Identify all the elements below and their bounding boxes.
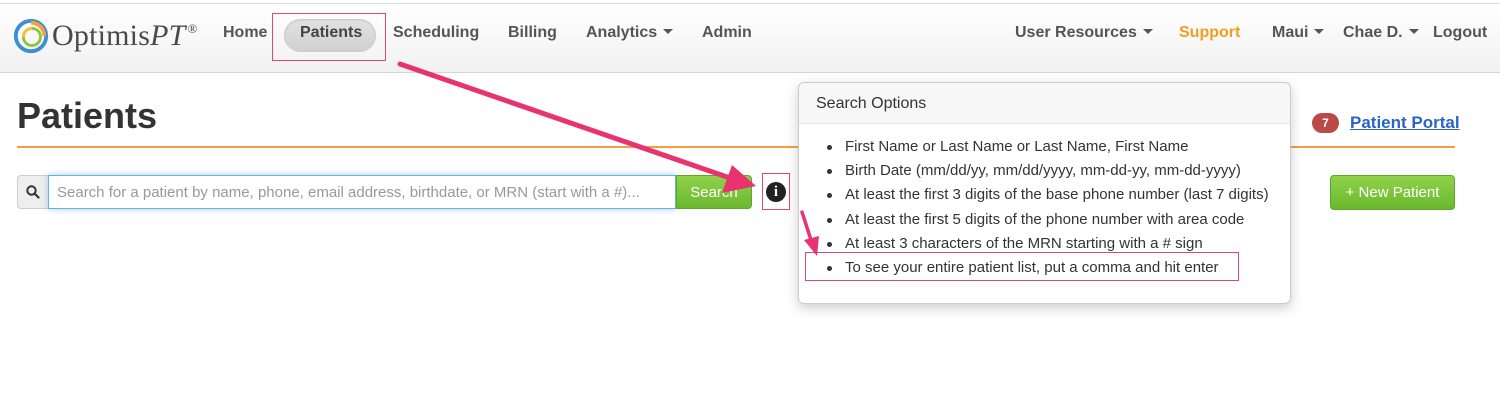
- nav-user-resources[interactable]: User Resources: [1015, 24, 1153, 42]
- annotation-highlight-info: [762, 173, 790, 210]
- logo-swirl-icon: [13, 18, 49, 54]
- chevron-down-icon: [1408, 29, 1419, 35]
- annotation-highlight-patients: [272, 13, 386, 61]
- optimis-logo[interactable]: OptimisPT ®: [12, 16, 198, 56]
- logo-text: OptimisPT ®: [52, 19, 198, 52]
- nav-scheduling[interactable]: Scheduling: [393, 24, 479, 42]
- portal-count-badge: 7: [1312, 113, 1339, 133]
- patient-portal-link[interactable]: Patient Portal: [1350, 113, 1460, 133]
- nav-user-label: Chae D.: [1343, 24, 1403, 41]
- annotation-arrow-main: [397, 61, 733, 181]
- nav-support[interactable]: Support: [1179, 24, 1240, 42]
- search-button[interactable]: Search: [676, 175, 752, 209]
- nav-admin[interactable]: Admin: [702, 24, 752, 42]
- nav-analytics-label: Analytics: [586, 24, 658, 41]
- nav-billing[interactable]: Billing: [508, 24, 557, 42]
- search-icon-addon: [17, 175, 48, 209]
- nav-user-resources-label: User Resources: [1015, 24, 1137, 41]
- page-title: Patients: [17, 95, 158, 136]
- list-item: At least the first 3 digits of the base …: [827, 183, 1269, 207]
- nav-location[interactable]: Maui: [1272, 24, 1325, 42]
- annotation-highlight-comma-tip: [805, 252, 1239, 281]
- nav-location-label: Maui: [1272, 24, 1309, 41]
- nav-analytics[interactable]: Analytics: [586, 24, 674, 42]
- chevron-down-icon: [663, 29, 674, 35]
- list-item: Birth Date (mm/dd/yy, mm/dd/yyyy, mm-dd-…: [827, 159, 1269, 183]
- list-item: At least the first 5 digits of the phone…: [827, 208, 1269, 232]
- chevron-down-icon: [1314, 29, 1325, 35]
- chevron-down-icon: [1142, 29, 1153, 35]
- nav-home[interactable]: Home: [223, 24, 267, 42]
- nav-logout[interactable]: Logout: [1433, 24, 1487, 42]
- patient-search-input[interactable]: [48, 175, 676, 209]
- popover-title: Search Options: [799, 83, 1290, 124]
- list-item: First Name or Last Name or Last Name, Fi…: [827, 135, 1269, 159]
- new-patient-button[interactable]: + New Patient: [1330, 175, 1455, 210]
- search-icon: [26, 185, 40, 199]
- nav-user-menu[interactable]: Chae D.: [1343, 24, 1419, 42]
